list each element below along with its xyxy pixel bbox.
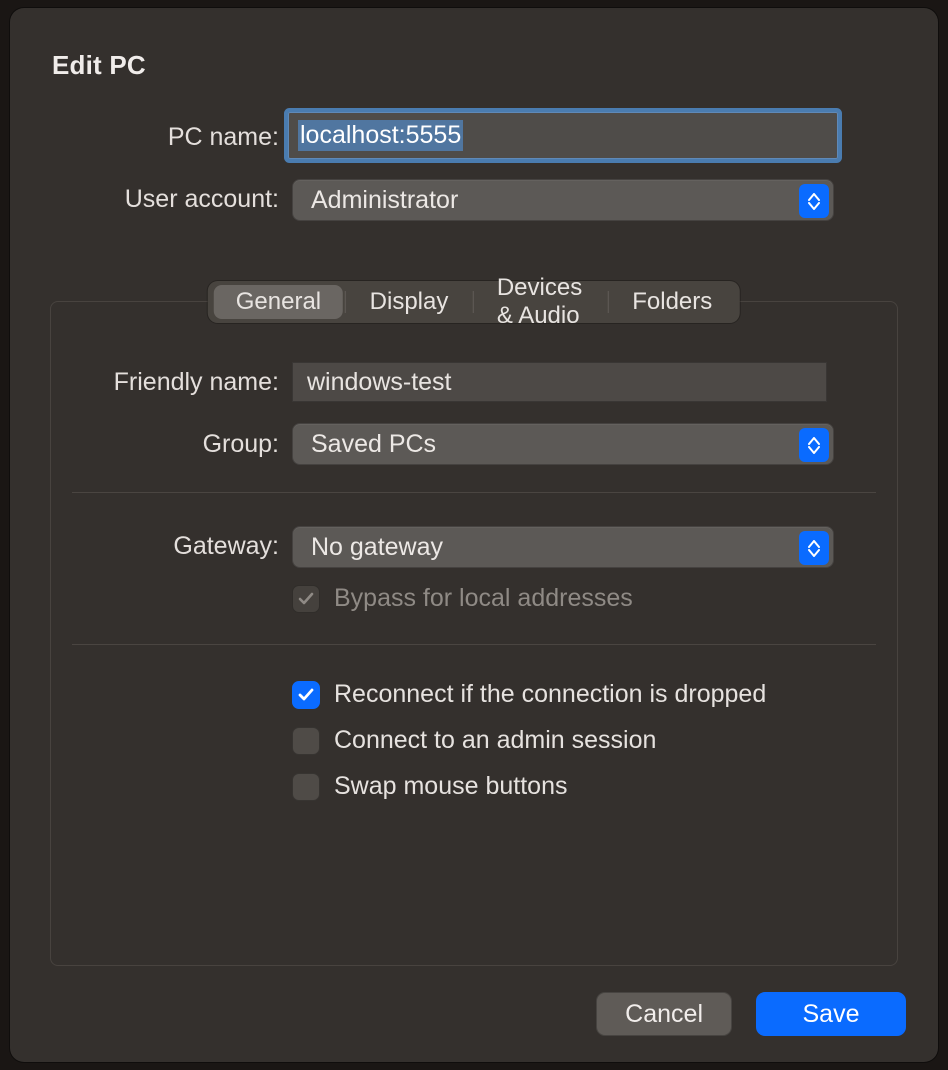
bypass-label: Bypass for local addresses <box>334 584 633 613</box>
friendly-name-label: Friendly name: <box>10 368 279 397</box>
gateway-label: Gateway: <box>10 532 279 561</box>
save-button[interactable]: Save <box>756 992 906 1036</box>
user-account-value: Administrator <box>311 186 458 215</box>
user-account-label: User account: <box>10 185 279 214</box>
gateway-value: No gateway <box>311 533 443 562</box>
reconnect-checkbox[interactable] <box>292 681 320 709</box>
cancel-button[interactable]: Cancel <box>596 992 732 1036</box>
group-label: Group: <box>10 430 279 459</box>
edit-pc-dialog: Edit PC PC name: localhost:5555 User acc… <box>10 8 938 1062</box>
reconnect-label: Reconnect if the connection is dropped <box>334 680 766 709</box>
divider <box>72 644 876 645</box>
tab-folders[interactable]: Folders <box>610 285 734 319</box>
swap-label: Swap mouse buttons <box>334 772 567 801</box>
reconnect-checkbox-row[interactable]: Reconnect if the connection is dropped <box>292 680 766 709</box>
swap-checkbox-row[interactable]: Swap mouse buttons <box>292 772 567 801</box>
user-account-select[interactable]: Administrator <box>292 179 834 221</box>
dialog-footer: Cancel Save <box>596 992 906 1036</box>
gateway-select[interactable]: No gateway <box>292 526 834 568</box>
admin-label: Connect to an admin session <box>334 726 656 755</box>
pc-name-label: PC name: <box>10 123 279 152</box>
pc-name-value: localhost:5555 <box>298 120 463 151</box>
dialog-title: Edit PC <box>52 50 146 81</box>
divider <box>72 492 876 493</box>
tab-bar: General Display Devices & Audio Folders <box>208 281 740 323</box>
group-value: Saved PCs <box>311 430 436 459</box>
tab-general[interactable]: General <box>214 285 343 319</box>
admin-checkbox-row[interactable]: Connect to an admin session <box>292 726 656 755</box>
admin-checkbox[interactable] <box>292 727 320 755</box>
tab-devices-audio[interactable]: Devices & Audio <box>475 285 606 319</box>
updown-icon <box>799 184 829 218</box>
swap-checkbox[interactable] <box>292 773 320 801</box>
bypass-checkbox <box>292 585 320 613</box>
pc-name-input[interactable]: localhost:5555 <box>288 112 838 159</box>
bypass-checkbox-row: Bypass for local addresses <box>292 584 633 613</box>
friendly-name-input[interactable]: windows-test <box>292 362 827 402</box>
friendly-name-value: windows-test <box>307 368 452 397</box>
updown-icon <box>799 531 829 565</box>
updown-icon <box>799 428 829 462</box>
tab-display[interactable]: Display <box>348 285 471 319</box>
group-select[interactable]: Saved PCs <box>292 423 834 465</box>
